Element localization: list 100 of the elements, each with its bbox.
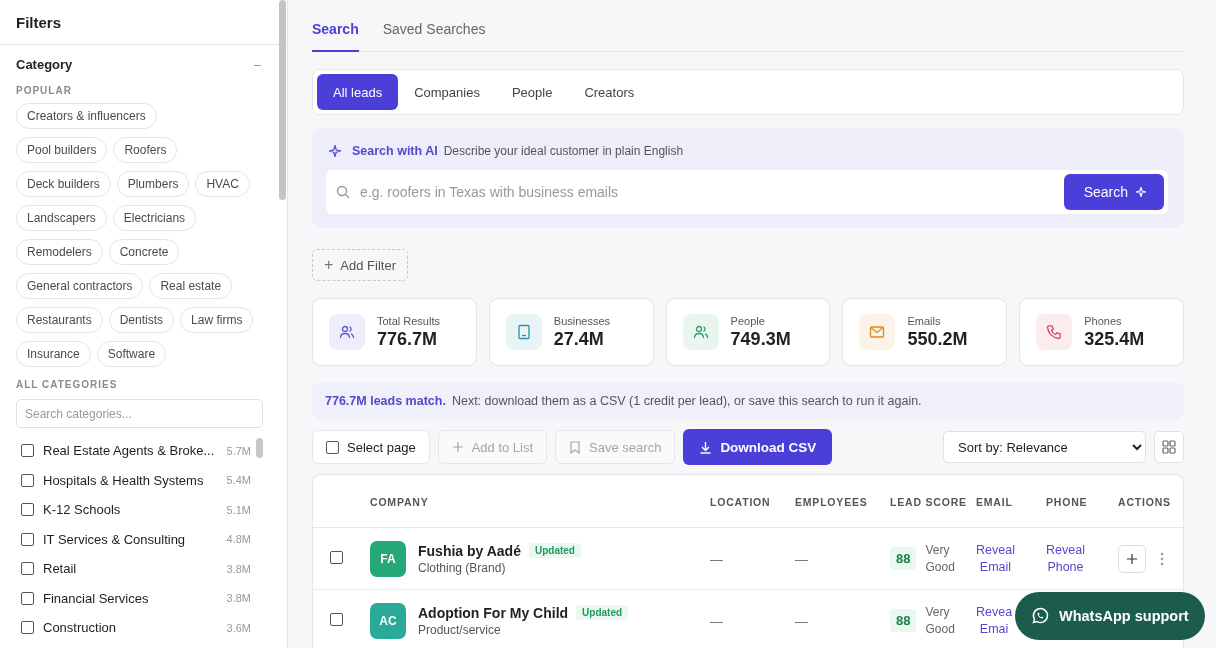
category-chip[interactable]: Pool builders [16, 137, 108, 163]
status-badge: Updated [528, 543, 581, 558]
add-button[interactable] [1118, 544, 1146, 573]
location-cell: — [710, 613, 723, 629]
download-csv-button[interactable]: Download CSV [683, 429, 833, 465]
reveal-phone-link[interactable]: Reveal Phone [1046, 541, 1085, 576]
tab[interactable]: Search [312, 21, 359, 52]
category-name[interactable]: Retail [43, 561, 218, 577]
category-chip[interactable]: Deck builders [16, 171, 111, 197]
lead-type-tab[interactable]: Companies [398, 74, 496, 110]
checkbox[interactable] [21, 503, 34, 517]
checkbox[interactable] [21, 591, 34, 605]
more-icon[interactable] [1160, 551, 1164, 566]
stat-label: Businesses [553, 314, 611, 327]
employees-cell: — [795, 613, 808, 629]
checkbox[interactable] [21, 562, 34, 576]
whatsapp-support-button[interactable]: WhatsApp support [1015, 592, 1205, 640]
plus-icon [451, 441, 464, 453]
lead-type-tab[interactable]: People [495, 74, 569, 110]
category-chip[interactable]: Real estate [149, 273, 233, 299]
category-chip[interactable]: Plumbers [116, 171, 190, 197]
checkbox[interactable] [21, 444, 34, 458]
stat-value: 749.3M [730, 328, 791, 350]
category-name[interactable]: IT Services & Consulting [43, 531, 218, 547]
lead-type-tab[interactable]: All leads [317, 74, 399, 110]
category-chip[interactable]: General contractors [16, 273, 144, 299]
stat-label: Total Results [377, 314, 440, 327]
select-page-button[interactable]: Select page [312, 430, 430, 464]
ai-search-field[interactable]: e.g. roofers in Texas with business emails Search [326, 170, 1168, 214]
category-name[interactable]: Financial Services [43, 590, 218, 606]
section-title: Category [16, 57, 73, 72]
column-header: ACTIONS [1118, 496, 1171, 508]
checkbox[interactable] [330, 612, 343, 626]
category-chip[interactable]: Insurance [16, 341, 91, 367]
collapse-button[interactable]: – [252, 57, 263, 72]
column-header: EMAIL [976, 496, 1013, 508]
category-name[interactable]: Real Estate Agents & Broke... [43, 443, 218, 459]
search-icon [336, 185, 350, 199]
category-chip[interactable]: Dentists [108, 307, 175, 333]
category-chip[interactable]: Roofers [113, 137, 178, 163]
group-label: POPULAR [16, 85, 73, 96]
status-badge: Updated [576, 605, 629, 620]
checkbox[interactable] [21, 532, 34, 546]
stat-value: 776.7M [377, 328, 439, 350]
reveal-email-link[interactable]: Reveal Email [976, 541, 1015, 576]
score-rating: Very Good [925, 542, 956, 575]
category-count: 5.4M [226, 474, 251, 487]
grid-icon [1162, 440, 1176, 454]
add-filter-button[interactable]: + Add Filter [312, 249, 408, 281]
category-count: 3.6M [226, 621, 251, 634]
bookmark-icon [569, 440, 582, 454]
stat-label: People [730, 314, 766, 327]
checkbox[interactable] [21, 621, 34, 635]
stat-value: 325.4M [1084, 328, 1145, 350]
category-name[interactable]: K-12 Schools [43, 502, 218, 518]
category-chip[interactable]: Electricians [112, 205, 197, 231]
lead-score: 88 [890, 547, 917, 570]
category-chip[interactable]: Law firms [180, 307, 254, 333]
scrollbar-thumb[interactable] [256, 438, 263, 458]
category-name[interactable]: Construction [43, 620, 218, 636]
category-chip[interactable]: Software [96, 341, 167, 367]
sparkle-icon [329, 145, 341, 157]
tab[interactable]: Saved Searches [382, 21, 486, 52]
category-chip[interactable]: Concrete [108, 239, 180, 265]
category-count: 4.8M [226, 533, 251, 546]
checkbox[interactable] [330, 550, 343, 564]
stat-value: 550.2M [907, 328, 968, 350]
column-header: PHONE [1046, 496, 1088, 508]
category-chip[interactable]: Restaurants [16, 307, 103, 333]
group-label: ALL CATEGORIES [16, 379, 119, 390]
category-count: 3.8M [226, 592, 251, 605]
stat-value: 27.4M [553, 328, 605, 350]
company-name[interactable]: Adoption For My Child [418, 604, 569, 621]
company-type: Product/service [418, 622, 502, 637]
company-type: Clothing (Brand) [418, 560, 507, 575]
category-chip[interactable]: HVAC [195, 171, 250, 197]
column-header: EMPLOYEES [795, 496, 868, 508]
plus-icon [1126, 552, 1138, 565]
category-count: 5.7M [226, 444, 251, 457]
match-count: 776.7M leads match. [325, 393, 446, 408]
employees-cell: — [795, 551, 808, 567]
category-count: 3.8M [226, 562, 251, 575]
category-search-field[interactable]: Search categories... [16, 399, 263, 428]
reveal-email-link[interactable]: Revea Emai [976, 603, 1013, 638]
lead-type-tab[interactable]: Creators [568, 74, 651, 110]
stat-label: Emails [907, 314, 942, 327]
company-name[interactable]: Fushia by Aadé [418, 542, 521, 559]
score-rating: Very Good [925, 604, 956, 637]
search-button[interactable]: Search [1063, 174, 1164, 210]
column-header: COMPANY [370, 496, 429, 508]
scrollbar-thumb[interactable] [279, 0, 286, 200]
download-icon [699, 440, 713, 454]
sort-dropdown[interactable]: Sort by: Relevance [943, 431, 1146, 463]
category-name[interactable]: Hospitals & Health Systems [43, 472, 218, 488]
category-chip[interactable]: Remodelers [16, 239, 103, 265]
checkbox[interactable] [21, 473, 34, 487]
category-chip[interactable]: Creators & influencers [16, 103, 157, 129]
category-chip[interactable]: Landscapers [16, 205, 107, 231]
company-avatar: FA [370, 540, 406, 577]
grid-view-button[interactable] [1154, 431, 1184, 463]
